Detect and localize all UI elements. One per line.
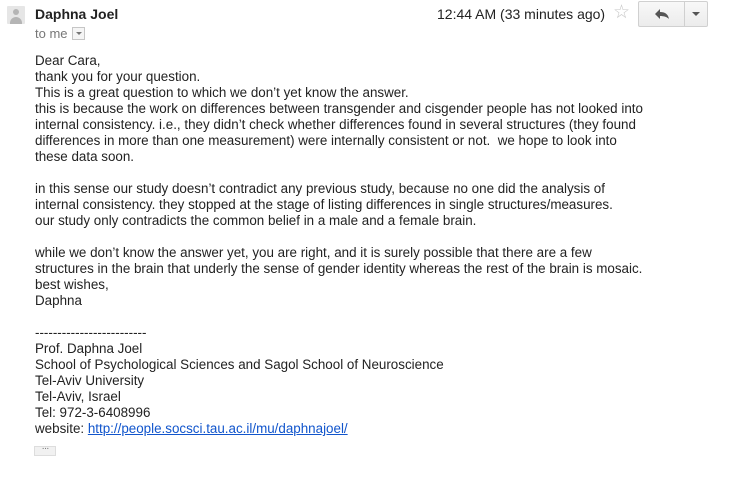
star-icon[interactable]: ☆ [613, 2, 630, 24]
reply-button[interactable] [638, 1, 685, 27]
chevron-down-icon [692, 12, 700, 16]
body-line: thank you for your question. [35, 69, 201, 84]
reply-arrow-icon [654, 9, 669, 19]
signature-divider: ------------------------- [35, 325, 147, 340]
signature-affiliation: School of Psychological Sciences and Sag… [35, 357, 444, 372]
sender-name[interactable]: Daphna Joel [35, 6, 118, 22]
chevron-down-icon[interactable] [71, 27, 85, 41]
body-line: internal consistency. they stopped at th… [35, 197, 613, 212]
body-line: this is because the work on differences … [35, 101, 643, 116]
body-line: in this sense our study doesn’t contradi… [35, 181, 605, 196]
body-line: internal consistency. i.e., they didn’t … [35, 117, 636, 132]
greeting: Dear Cara, [35, 53, 101, 68]
body-line: structures in the brain that underly the… [35, 261, 643, 276]
body-line: Daphna [35, 293, 82, 308]
signature-name: Prof. Daphna Joel [35, 341, 143, 356]
message-date: 12:44 AM (33 minutes ago) [437, 6, 606, 22]
body-line: best wishes, [35, 277, 109, 292]
body-line: our study only contradicts the common be… [35, 213, 477, 228]
sender-avatar [7, 6, 25, 24]
website-link[interactable]: http://people.socsci.tau.ac.il/mu/daphna… [88, 421, 348, 436]
reply-button-group [638, 1, 708, 27]
message-body: Dear Cara, thank you for your question. … [35, 53, 643, 437]
signature-phone: Tel: 972-3-6408996 [35, 405, 151, 420]
show-trimmed-content-button[interactable]: ··· [34, 443, 56, 456]
signature-university: Tel-Aviv University [35, 373, 145, 388]
body-line: differences in more than one measurement… [35, 133, 617, 148]
recipient-line[interactable]: to me [35, 26, 85, 41]
signature-website-label: website: [35, 421, 88, 436]
more-options-button[interactable] [685, 1, 708, 27]
body-line: while we don’t know the answer yet, you … [35, 245, 592, 260]
body-line: these data soon. [35, 149, 135, 164]
recipient-label: to me [35, 26, 68, 41]
body-line: This is a great question to which we don… [35, 85, 409, 100]
signature-location: Tel-Aviv, Israel [35, 389, 121, 404]
ellipsis-icon: ··· [41, 443, 50, 454]
